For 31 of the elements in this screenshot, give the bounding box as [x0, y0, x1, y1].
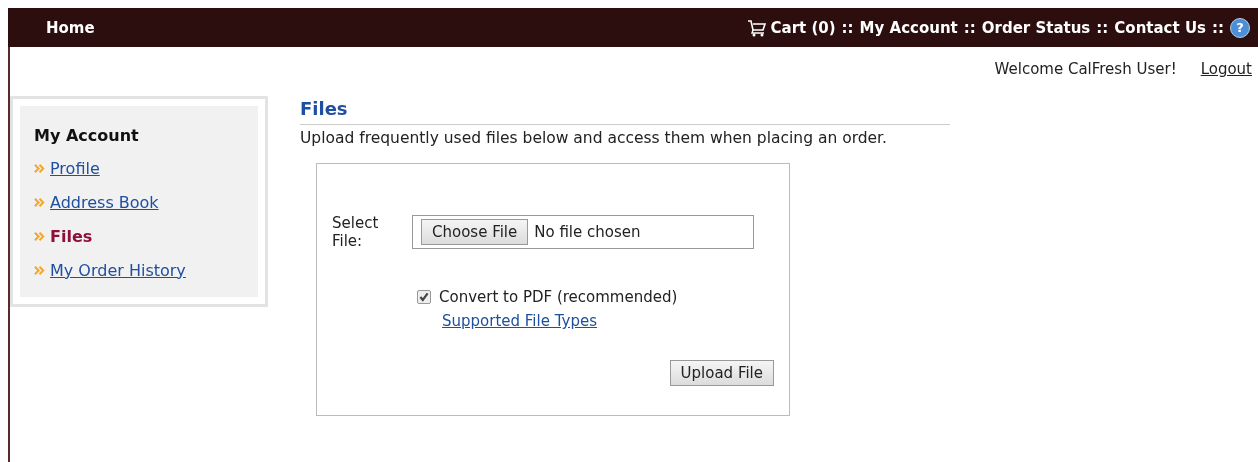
nav-link[interactable]: Contact Us: [1114, 18, 1206, 37]
cart-icon: [746, 18, 767, 37]
welcome-text: Welcome CalFresh User!: [994, 60, 1177, 80]
nav-link[interactable]: My Account: [859, 18, 958, 37]
sidebar-link[interactable]: My Order History: [50, 260, 186, 280]
choose-file-button[interactable]: Choose File: [421, 219, 529, 245]
nav-separator: ::: [963, 18, 976, 37]
checkbox[interactable]: [417, 290, 431, 304]
chevron-icon: [34, 230, 45, 242]
logout-link[interactable]: Logout: [1200, 60, 1252, 88]
nav-separator: ::: [841, 18, 854, 37]
chevron-icon: [34, 162, 45, 174]
supported-types-link[interactable]: Supported File Types: [442, 312, 789, 330]
select-file-label: Select File:: [332, 214, 380, 250]
sidebar-link[interactable]: Profile: [50, 158, 100, 178]
sidebar-link[interactable]: Files: [50, 226, 93, 246]
home-link[interactable]: Home: [46, 18, 95, 37]
nav-separator: ::: [1096, 18, 1109, 37]
cart-link[interactable]: Cart (0): [770, 18, 836, 37]
page-title: Files: [300, 96, 950, 125]
nav-link[interactable]: Order Status: [981, 18, 1091, 37]
chevron-icon: [34, 196, 45, 208]
sidebar-heading: My Account: [34, 126, 140, 145]
nav-separator: ::: [1212, 18, 1224, 37]
upload-button[interactable]: Upload File: [669, 360, 774, 386]
description-text: Upload frequently used files below and access them when placing an order.: [300, 129, 888, 147]
file-status-text: No file chosen: [534, 223, 641, 241]
chevron-icon: [34, 264, 45, 276]
checkbox-label: Convert to PDF (recommended): [439, 288, 678, 306]
sidebar-link[interactable]: Address Book: [50, 192, 159, 212]
file-input[interactable]: Choose File No file chosen: [412, 215, 754, 249]
